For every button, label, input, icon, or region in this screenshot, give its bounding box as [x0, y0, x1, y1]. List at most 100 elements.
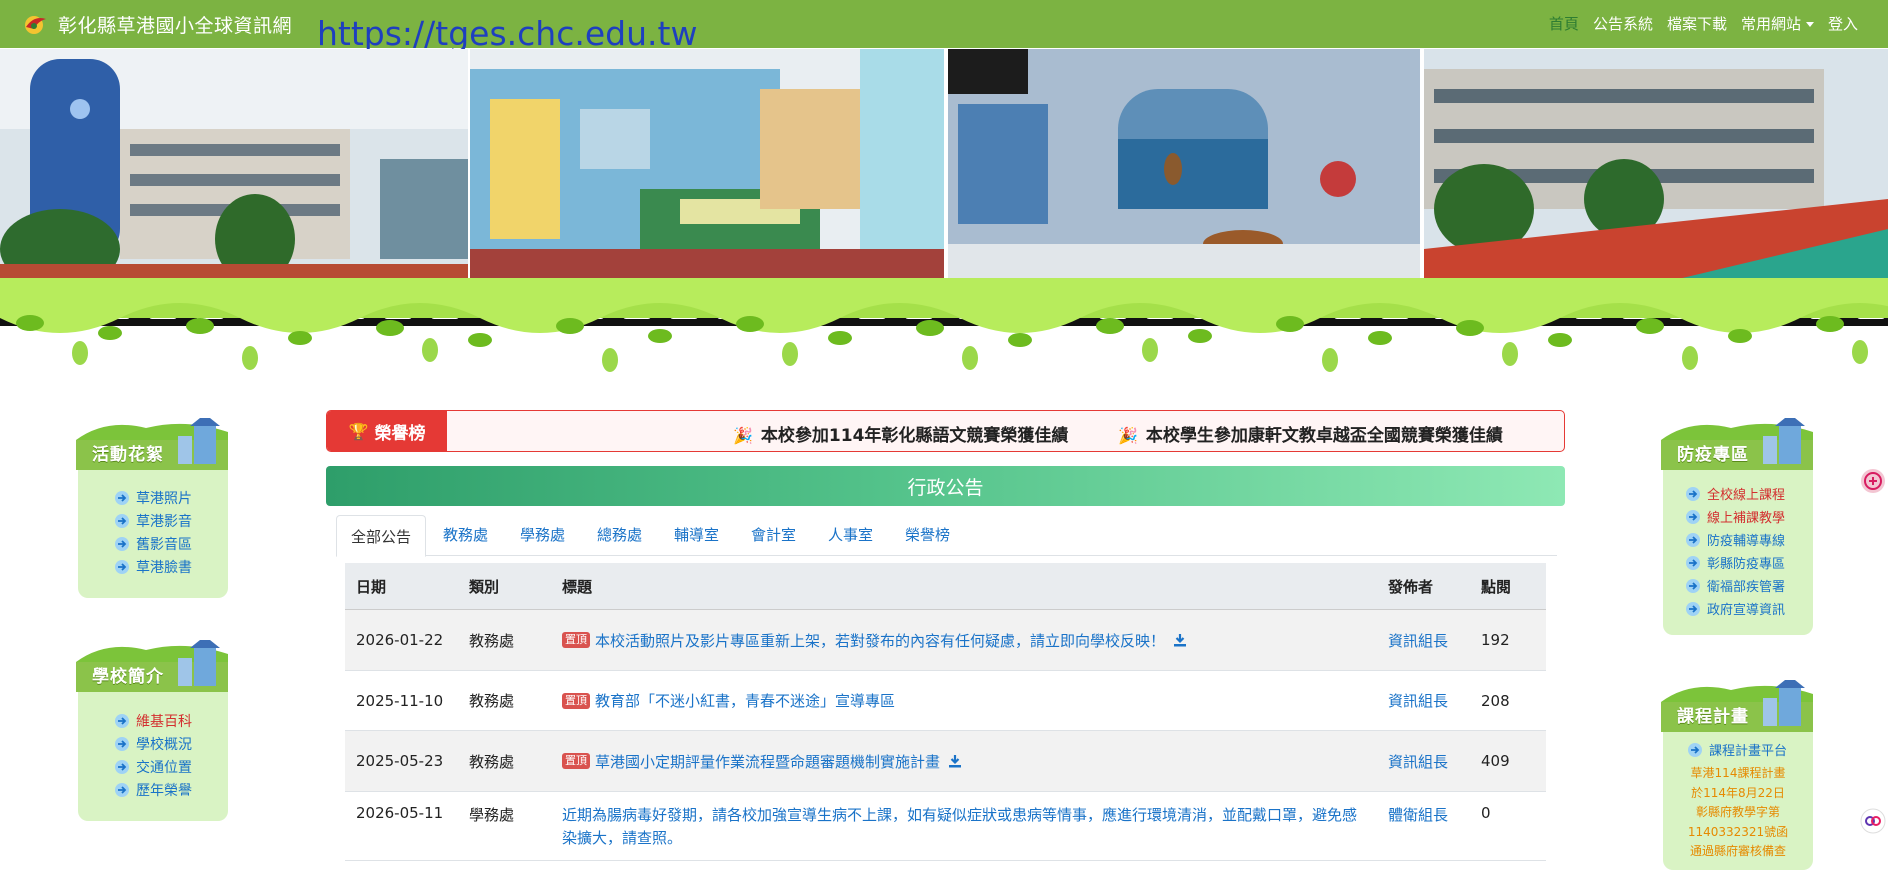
- sidebar-title-curriculum: 課程計畫: [1677, 707, 1749, 727]
- nav-download-link[interactable]: 檔案下載: [1667, 13, 1727, 34]
- sidebar-item-videos[interactable]: 草港影音: [114, 509, 192, 532]
- nav-announcement-link[interactable]: 公告系統: [1593, 13, 1653, 34]
- sidebar-item-facebook[interactable]: 草港臉書: [114, 555, 192, 578]
- sidebar-item-label: 線上補課教學: [1707, 511, 1786, 526]
- row-publisher[interactable]: 資訊組長: [1388, 610, 1448, 670]
- honor-item-text: 本校參加114年彰化縣語文競賽榮獲佳績: [760, 426, 1069, 446]
- sidebar-item-curriculum-platform[interactable]: 課程計畫平台: [1687, 738, 1787, 761]
- row-category: 教務處: [469, 631, 515, 650]
- tab-academic[interactable]: 教務處: [429, 515, 502, 554]
- sidebar-item-label: 交通位置: [136, 759, 192, 776]
- sidebar-item-label: 舊影音區: [136, 536, 192, 553]
- sidebar-item-cdc[interactable]: 衛福部疾管署: [1685, 574, 1785, 597]
- announcement-link-continued[interactable]: 染擴大，請查照。: [562, 827, 1382, 850]
- row-date: 2025-11-10: [356, 691, 444, 710]
- tab-all[interactable]: 全部公告: [336, 515, 427, 557]
- arrow-circle-icon: [115, 782, 129, 797]
- arrow-circle-icon: [1686, 555, 1700, 570]
- column-header-date: 日期: [356, 577, 387, 596]
- sidebar-item-label: 政府宣導資訊: [1707, 603, 1786, 618]
- arrow-circle-icon: [1688, 742, 1702, 757]
- sidebar-list-activities: 草港照片 草港影音 舊影音區 草港臉書: [114, 486, 192, 578]
- sidebar-title-epidemic: 防疫專區: [1677, 445, 1749, 465]
- banner-photo-school-building: [0, 49, 468, 292]
- download-icon[interactable]: [1173, 633, 1187, 647]
- tab-general-affairs[interactable]: 總務處: [583, 515, 656, 554]
- row-date: 2025-05-23: [356, 752, 444, 770]
- nav-websites-dropdown[interactable]: 常用網站: [1741, 13, 1814, 34]
- honor-item[interactable]: 🎉 本校學生參加康軒文教卓越盃全國競賽榮獲佳績: [1118, 421, 1503, 446]
- sidebar-item-online-courses[interactable]: 全校線上課程: [1685, 482, 1785, 505]
- arrow-circle-icon: [115, 759, 129, 774]
- sidebar-item-label: 學校概況: [136, 736, 192, 753]
- sidebar-list-curriculum: 課程計畫平台: [1687, 738, 1787, 761]
- sidebar-item-location[interactable]: 交通位置: [114, 755, 192, 778]
- announcement-link[interactable]: 草港國小定期評量作業流程暨命題審題機制實施計畫: [595, 751, 940, 772]
- sidebar-box-activities: 活動花絮 草港照片 草港影音 舊影音區 草港臉書: [76, 418, 228, 598]
- row-category: 教務處: [469, 752, 515, 771]
- curriculum-note-line: 1140332321號函: [1687, 824, 1789, 839]
- site-brand[interactable]: 彰化縣草港國小全球資訊網: [22, 10, 292, 38]
- row-title-cell: 置頂 草港國小定期評量作業流程暨命題審題機制實施計畫: [562, 731, 1382, 791]
- row-publisher[interactable]: 體衛組長: [1388, 792, 1448, 872]
- tab-personnel[interactable]: 人事室: [814, 515, 887, 554]
- arrow-circle-icon: [115, 713, 129, 728]
- sidebar-item-wikipedia[interactable]: 維基百科: [114, 709, 192, 732]
- row-hits: 208: [1481, 691, 1510, 710]
- arrow-circle-icon: [1686, 601, 1700, 616]
- table-row: 2026-05-11 學務處 近期為腸病毒好發期，請各校加強宣導生病不上課，如有…: [345, 792, 1546, 861]
- sidebar-item-label: 草港影音: [136, 513, 192, 530]
- sidebar-item-overview[interactable]: 學校概況: [114, 732, 192, 755]
- announcement-link[interactable]: 近期為腸病毒好發期，請各校加強宣導生病不上課，如有疑似症狀或患病等情事，應進行環…: [562, 804, 1382, 827]
- accessibility-float-icon[interactable]: [1860, 468, 1886, 494]
- download-icon[interactable]: [948, 754, 962, 768]
- school-logo-icon: [25, 16, 46, 34]
- sidebar-item-old-videos[interactable]: 舊影音區: [114, 532, 192, 555]
- sidebar-item-makeup-lessons[interactable]: 線上補課教學: [1685, 505, 1785, 528]
- announcement-link[interactable]: 教育部「不迷小紅書，青春不迷途」宣導專區: [595, 690, 895, 711]
- sidebar-box-epidemic: 防疫專區 全校線上課程 線上補課教學 防疫輔導專線 彰縣防疫專區 衛福部疾管署 …: [1661, 418, 1813, 635]
- tab-honors[interactable]: 榮譽榜: [891, 515, 964, 554]
- row-hits: 409: [1481, 752, 1510, 770]
- column-header-hits: 點閱: [1481, 577, 1512, 596]
- row-title-cell: 置頂 本校活動照片及影片專區重新上架，若對發布的內容有任何疑慮，請立即向學校反映…: [562, 610, 1382, 670]
- nav-login-link[interactable]: 登入: [1828, 13, 1858, 34]
- arrow-circle-icon: [1686, 509, 1700, 524]
- row-publisher[interactable]: 資訊組長: [1388, 671, 1448, 730]
- curriculum-note-line: 彰縣府教學字第: [1695, 805, 1780, 819]
- tab-student-affairs[interactable]: 學務處: [506, 515, 579, 554]
- arrow-circle-icon: [115, 490, 129, 505]
- honor-item[interactable]: 🎉 本校參加114年彰化縣語文競賽榮獲佳績: [733, 421, 1068, 446]
- column-header-category: 類別: [469, 577, 500, 596]
- announcements-table: 日期 類別 標題 發佈者 點閱 2026-01-22 教務處 置頂 本校活動照片…: [345, 563, 1546, 861]
- arrow-circle-icon: [1686, 578, 1700, 593]
- sidebar-box-school-intro: 學校簡介 維基百科 學校概況 交通位置 歷年榮譽: [76, 640, 228, 821]
- sidebar-list-school-intro: 維基百科 學校概況 交通位置 歷年榮譽: [114, 709, 192, 801]
- tab-accounting[interactable]: 會計室: [737, 515, 810, 554]
- nav-home-link[interactable]: 首頁: [1549, 13, 1579, 34]
- tab-counseling[interactable]: 輔導室: [660, 515, 733, 554]
- honor-label: 🏆 榮譽榜: [327, 411, 447, 451]
- arrow-circle-icon: [115, 559, 129, 574]
- sidebar-item-gov-info[interactable]: 政府宣導資訊: [1685, 597, 1785, 620]
- sidebar-item-label: 草港照片: [136, 490, 192, 507]
- curriculum-note: 草港114課程計畫 於114年8月22日 彰縣府教學字第 1140332321號…: [1663, 764, 1813, 862]
- sidebar-item-label: 全校線上課程: [1707, 488, 1786, 503]
- curriculum-note-line: 於114年8月22日: [1691, 785, 1785, 800]
- sidebar-item-honors[interactable]: 歷年榮譽: [114, 778, 192, 801]
- caret-down-icon: [1805, 22, 1814, 27]
- row-publisher[interactable]: 資訊組長: [1388, 731, 1448, 791]
- sidebar-list-epidemic: 全校線上課程 線上補課教學 防疫輔導專線 彰縣防疫專區 衛福部疾管署 政府宣導資…: [1685, 482, 1785, 620]
- curriculum-note-line: 通過縣府審核備查: [1689, 844, 1786, 858]
- sidebar-item-county-epidemic[interactable]: 彰縣防疫專區: [1685, 551, 1785, 574]
- sidebar-item-counseling-hotline[interactable]: 防疫輔導專線: [1685, 528, 1785, 551]
- party-popper-icon: 🎉: [733, 426, 753, 445]
- sidebar-item-label: 歷年榮譽: [136, 782, 192, 799]
- pinned-badge: 置頂: [562, 692, 590, 709]
- table-header: 日期 類別 標題 發佈者 點閱: [345, 563, 1546, 610]
- announcement-link[interactable]: 本校活動照片及影片專區重新上架，若對發布的內容有任何疑慮，請立即向學校反映！: [595, 630, 1165, 651]
- chat-float-icon[interactable]: [1860, 808, 1886, 834]
- table-row: 2025-05-23 教務處 置頂 草港國小定期評量作業流程暨命題審題機制實施計…: [345, 731, 1546, 792]
- sidebar-item-photos[interactable]: 草港照片: [114, 486, 192, 509]
- announcements-header: 行政公告: [326, 466, 1565, 506]
